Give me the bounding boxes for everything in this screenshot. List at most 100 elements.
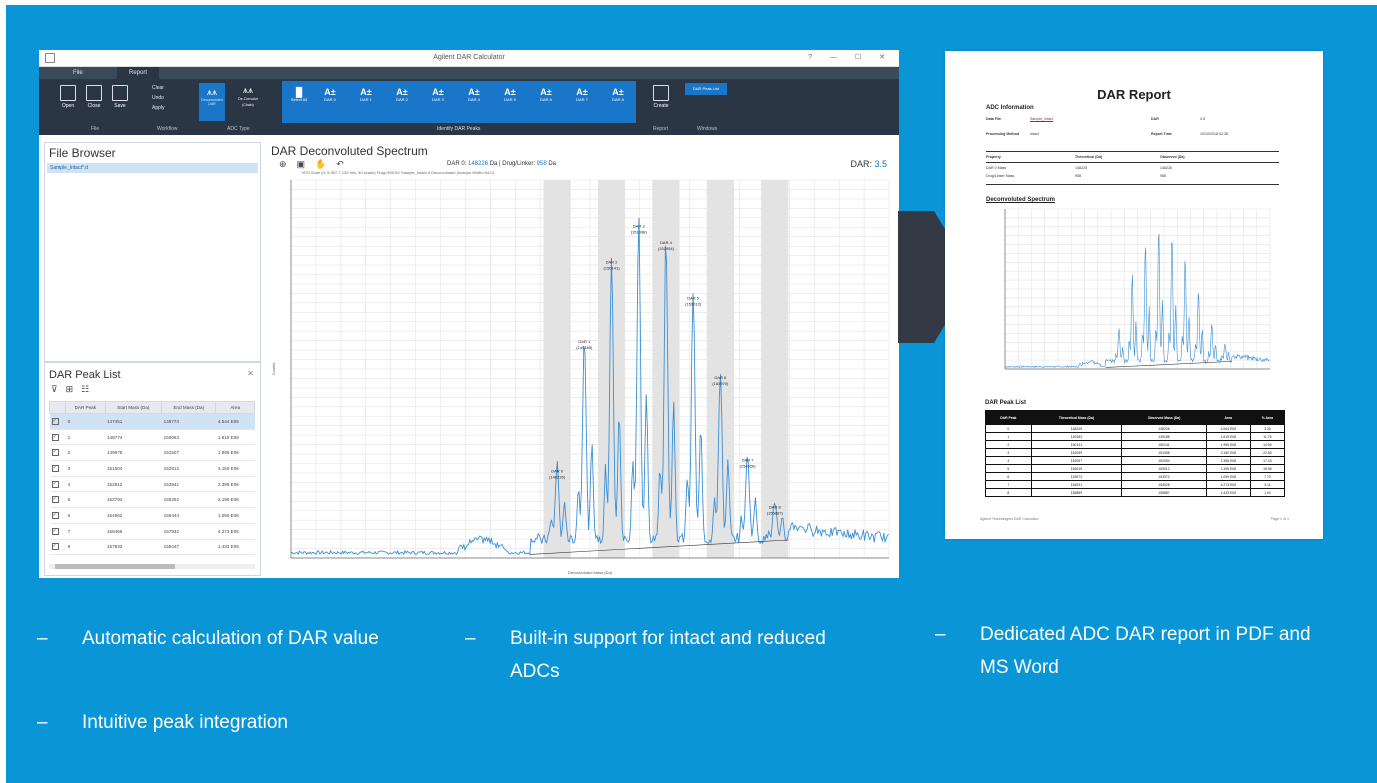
report-table-cell: 2.195 E06 bbox=[1205, 464, 1251, 473]
undo-button[interactable]: Undo bbox=[152, 95, 164, 101]
column-header[interactable]: DAR Peak bbox=[65, 401, 106, 414]
dar-4-button[interactable]: A± DAR 4 bbox=[463, 87, 485, 102]
peak-label: DAR 2 bbox=[606, 260, 619, 265]
window-controls[interactable]: ? — ☐ ✕ bbox=[808, 53, 893, 61]
dar-5-button[interactable]: A± DAR 5 bbox=[499, 87, 521, 102]
save-button[interactable]: Save bbox=[111, 85, 129, 109]
table-cell: 7 bbox=[65, 523, 105, 540]
select-all-label: Select All bbox=[290, 97, 308, 102]
dar-0-label: DAR 0 bbox=[324, 97, 336, 102]
spectrum-plot[interactable]: DAR 0(148226) DAR 1(149185) DAR 2(150141) D… bbox=[267, 174, 895, 576]
zoom-icon[interactable]: ⊕ bbox=[279, 159, 297, 169]
table-row[interactable]: ✓ 6 154962 156444 1.059 E06 bbox=[49, 507, 255, 524]
report-table-cell: 11.76 bbox=[1249, 432, 1286, 441]
bullet-dash: – bbox=[37, 628, 48, 649]
peak-mass-label: (151098) bbox=[631, 230, 648, 235]
table-row[interactable]: ✓ 2 149975 151507 1.995 E06 bbox=[49, 444, 255, 462]
dar-6-label: DAR 6 bbox=[540, 97, 552, 102]
scrollbar-thumb[interactable] bbox=[55, 564, 175, 569]
dar-peak-list-toggle[interactable]: DAR Peak List bbox=[685, 83, 727, 95]
row-checkbox[interactable]: ✓ bbox=[51, 464, 59, 472]
table-row[interactable]: ✓ 0 147451 148774 4.544 E05 bbox=[49, 413, 255, 430]
columns-icon[interactable]: ☷ bbox=[81, 384, 97, 394]
table-row[interactable]: ✓ 1 148774 150063 1.619 E06 bbox=[49, 429, 255, 446]
spectrum-title: DAR Deconvoluted Spectrum bbox=[271, 144, 428, 158]
drug-linker-value[interactable]: 958 bbox=[537, 161, 547, 167]
clear-button[interactable]: Clear bbox=[152, 85, 164, 91]
dar-3-button[interactable]: A± DAR 3 bbox=[427, 87, 449, 102]
row-checkbox[interactable]: ✓ bbox=[51, 543, 59, 551]
dar-7-button[interactable]: A± DAR 7 bbox=[571, 87, 593, 102]
row-checkbox[interactable]: ✓ bbox=[51, 417, 59, 425]
ribbon-tabs: File Report bbox=[39, 67, 899, 79]
autoscale-icon[interactable]: ▣ bbox=[297, 159, 316, 169]
report-table-cell: 4.544 E05 bbox=[1205, 424, 1251, 433]
report-table-cell: 1.619 E06 bbox=[1205, 432, 1251, 441]
column-header[interactable]: End Mass (Da) bbox=[161, 401, 217, 414]
peak-label: DAR 8 bbox=[769, 504, 782, 509]
report-peak-body: 0 148225 148226 4.544 E05 3.30 1 149183 149185 1… bbox=[985, 424, 1286, 497]
file-browser-title: File Browser bbox=[49, 146, 116, 160]
dar0-value[interactable]: 148226 bbox=[468, 161, 488, 167]
property-header: Property bbox=[986, 155, 1001, 159]
select-all-button[interactable]: ▐▌ Select All bbox=[288, 87, 310, 102]
drug-linker-label: Drug/Linker: bbox=[502, 161, 535, 167]
close-icon[interactable]: ✕ bbox=[247, 369, 254, 378]
dar-8-button[interactable]: A± DAR 8 bbox=[607, 87, 629, 102]
column-header[interactable]: Start Mass (Da) bbox=[104, 401, 163, 414]
table-row[interactable]: ✓ 5 153794 155252 2.195 E06 bbox=[49, 491, 255, 509]
report-column-header: Area bbox=[1205, 410, 1251, 425]
table-row[interactable]: ✓ 7 156466 157832 4.273 E05 bbox=[49, 523, 255, 540]
peak-list-table: DAR Peak Start Mass (Da) End Mass (Da) Area… bbox=[48, 401, 255, 556]
report-table-cell: 0 bbox=[985, 424, 1032, 433]
row-checkbox[interactable]: ✓ bbox=[51, 480, 59, 488]
row-checkbox[interactable]: ✓ bbox=[51, 511, 59, 519]
row-checkbox-cell: ✓ bbox=[49, 476, 66, 493]
row-checkbox-cell: ✓ bbox=[49, 539, 66, 556]
report-table-cell: 153012 bbox=[1121, 464, 1207, 473]
chain-button[interactable]: ⩚⩚ De-Convolut (Chain) bbox=[235, 85, 261, 109]
dar-5-label: DAR 5 bbox=[504, 97, 516, 102]
dar-0-button[interactable]: A± DAR 0 bbox=[319, 87, 341, 102]
export-icon[interactable]: ⊞ bbox=[66, 384, 82, 394]
dar-2-button[interactable]: A± DAR 2 bbox=[391, 87, 413, 102]
report-table-cell: 1 bbox=[985, 432, 1032, 441]
filter-icon[interactable]: ⊽ bbox=[51, 384, 66, 394]
row-checkbox[interactable]: ✓ bbox=[51, 449, 59, 457]
property-cell: 148226 bbox=[1160, 166, 1172, 170]
file-item[interactable]: Sample_Intact*.d bbox=[47, 163, 258, 173]
dar-1-button[interactable]: A± DAR 1 bbox=[355, 87, 377, 102]
undo-zoom-icon[interactable]: ↶ bbox=[336, 159, 354, 169]
horizontal-scrollbar[interactable] bbox=[49, 564, 255, 569]
table-row[interactable]: ✓ 8 157833 159447 1.433 E05 bbox=[49, 539, 255, 556]
row-checkbox[interactable]: ✓ bbox=[51, 527, 59, 535]
row-checkbox[interactable]: ✓ bbox=[51, 496, 59, 504]
column-header[interactable]: Area bbox=[215, 401, 255, 414]
apply-button[interactable]: Apply bbox=[152, 105, 165, 111]
report-table-cell: 155889 bbox=[1030, 488, 1123, 497]
dar-6-button[interactable]: A± DAR 6 bbox=[535, 87, 557, 102]
row-checkbox[interactable]: ✓ bbox=[51, 433, 59, 441]
report-table-cell: 149183 bbox=[1030, 432, 1123, 441]
deconvoluted-dar-button[interactable]: ⩚⩚ Deconvoluted DAR bbox=[199, 83, 225, 121]
open-button[interactable]: Open bbox=[59, 85, 77, 109]
dar-2-label: DAR 2 bbox=[396, 97, 408, 102]
close-button[interactable]: Close bbox=[85, 85, 103, 109]
dar-marker-icon: A± bbox=[612, 87, 624, 97]
report-table-cell: 3.11 bbox=[1249, 480, 1286, 489]
tab-file[interactable]: File bbox=[61, 67, 95, 79]
column-header[interactable] bbox=[48, 401, 67, 414]
tab-report[interactable]: Report bbox=[117, 67, 160, 79]
report-column-header: Observed Mass (Da) bbox=[1121, 410, 1207, 425]
pan-icon[interactable]: ✋ bbox=[315, 159, 336, 169]
table-row[interactable]: ✓ 4 152812 153941 2.398 E06 bbox=[49, 476, 255, 493]
create-report-button[interactable]: Create bbox=[651, 85, 671, 109]
table-cell: 151604 bbox=[105, 460, 162, 477]
report-table-cell: 3 bbox=[985, 448, 1032, 457]
table-row[interactable]: ✓ 3 151604 152812 3.150 E06 bbox=[49, 460, 255, 477]
dar0-label: DAR 0: bbox=[447, 161, 467, 167]
save-icon bbox=[112, 85, 128, 101]
dar-marker-icon: A± bbox=[504, 87, 516, 97]
method-label: Processing Method bbox=[986, 132, 1020, 136]
report-table-cell: 22.89 bbox=[1249, 448, 1286, 457]
